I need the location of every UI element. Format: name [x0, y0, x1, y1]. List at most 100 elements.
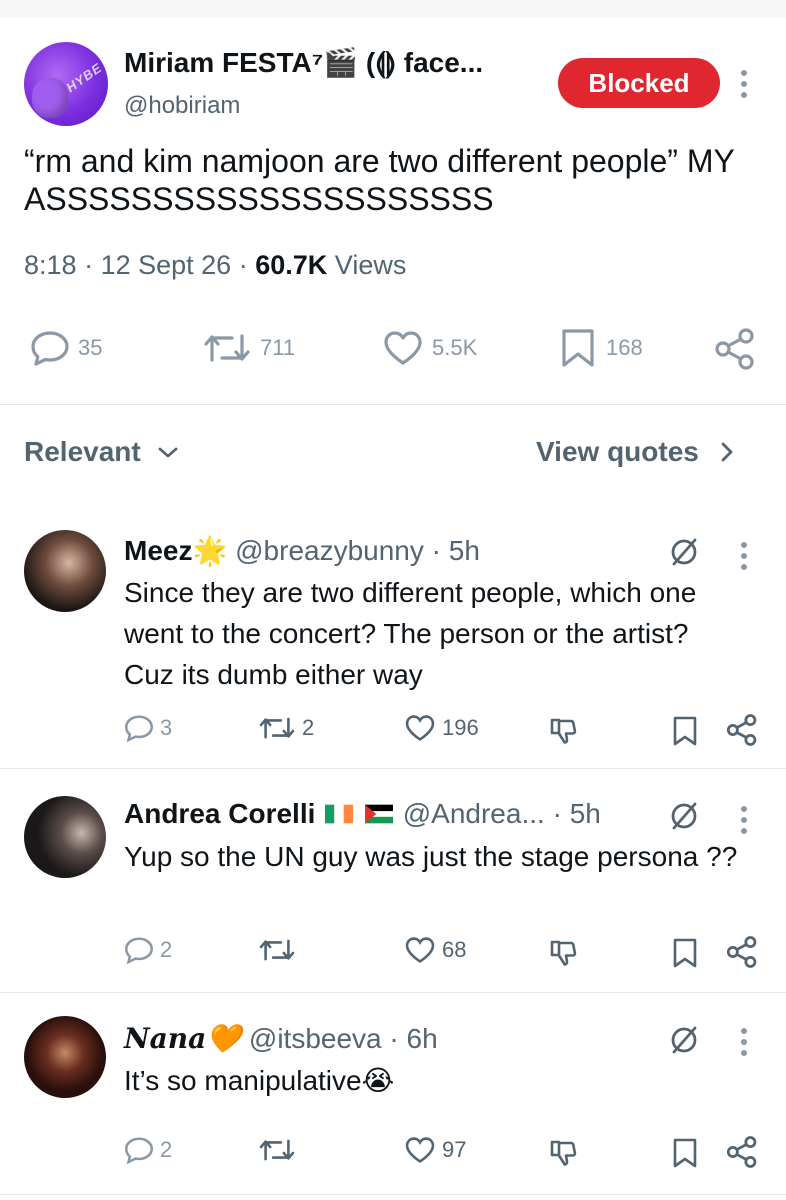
palestine-flag-icon [364, 804, 393, 823]
reply-icon [124, 715, 154, 742]
sort-replies-dropdown[interactable]: Relevant [24, 436, 185, 468]
reply-button[interactable]: 2 [124, 1136, 172, 1164]
repost-button[interactable] [258, 1136, 302, 1164]
tweet-actions: 35 711 5.5K 168 [0, 322, 786, 372]
author-avatar[interactable]: HYBE [24, 42, 108, 126]
reply-text: Since they are two different people, whi… [124, 577, 697, 690]
reply-header: Meez🌟 @breazybunny · 5h [124, 534, 480, 567]
like-button[interactable]: 196 [404, 714, 479, 742]
downvote-icon[interactable] [548, 938, 578, 968]
reply-more-button[interactable] [730, 1024, 758, 1058]
view-quotes-label: View quotes [536, 436, 699, 467]
reply-display-name[interactable]: Nana🧡 [124, 1022, 241, 1055]
reply-button[interactable]: 2 [124, 936, 172, 964]
meta-separator: · [238, 250, 256, 280]
like-icon [405, 937, 435, 963]
status-bar [0, 0, 786, 18]
share-icon[interactable] [726, 936, 758, 968]
reply-button[interactable]: 3 [124, 714, 172, 742]
meta-separator: · [431, 535, 449, 566]
reply-avatar[interactable] [24, 1016, 106, 1098]
reply-button[interactable]: 35 [30, 330, 102, 366]
share-button[interactable] [714, 328, 764, 370]
share-icon[interactable] [726, 714, 758, 746]
share-icon[interactable] [726, 1136, 758, 1168]
reply-more-button[interactable] [730, 538, 758, 572]
downvote-icon[interactable] [548, 1138, 578, 1168]
like-button[interactable]: 68 [404, 936, 466, 964]
meta-separator: · [84, 250, 101, 280]
reply-avatar[interactable] [24, 530, 106, 612]
reply-actions: 2 68 [0, 936, 786, 970]
reply-count: 35 [78, 335, 103, 360]
like-icon [405, 1137, 435, 1163]
reply-icon [124, 937, 154, 964]
grok-icon[interactable] [668, 800, 700, 832]
reply-age[interactable]: 5h [449, 535, 480, 566]
reply-age[interactable]: 5h [570, 798, 601, 829]
reply-header: Nana🧡 @itsbeeva · 6h [124, 1022, 438, 1055]
reply-avatar[interactable] [24, 796, 106, 878]
repost-icon [259, 1139, 295, 1161]
divider [0, 992, 786, 993]
reply-count: 2 [160, 1137, 173, 1162]
grok-icon[interactable] [668, 1024, 700, 1056]
repost-button[interactable]: 2 [258, 714, 314, 742]
repost-count: 711 [260, 335, 296, 360]
repost-button[interactable] [258, 936, 302, 964]
like-icon [384, 331, 422, 365]
divider [0, 1194, 786, 1195]
chevron-right-icon [721, 442, 733, 462]
author-display-name[interactable]: Miriam FESTA⁷🎬 (⟬⟭ face... [124, 46, 483, 80]
view-quotes-link[interactable]: View quotes [536, 436, 745, 468]
bookmark-icon[interactable] [672, 938, 698, 968]
reply-handle[interactable]: @breazybunny [235, 535, 424, 566]
tweet-text: “rm and kim namjoon are two different pe… [24, 143, 735, 217]
reply-display-name[interactable]: Meez🌟 [124, 535, 227, 566]
reply-handle[interactable]: @itsbeeva [249, 1023, 382, 1054]
avatar-figure [32, 78, 68, 118]
reply-handle[interactable]: @Andrea... [403, 798, 545, 829]
downvote-icon[interactable] [548, 716, 578, 746]
like-count: 97 [442, 1137, 467, 1162]
tweet-time[interactable]: 8:18 [24, 250, 77, 280]
meta-separator: · [389, 1023, 407, 1054]
views-label: Views [334, 250, 407, 280]
tweet-date[interactable]: 12 Sept 26 [101, 250, 232, 280]
grok-icon[interactable] [668, 536, 700, 568]
blocked-button[interactable]: Blocked [558, 58, 720, 108]
reply-header: Andrea Corelli @Andrea... · 5h [124, 798, 601, 830]
like-icon [405, 715, 435, 741]
reply-more-button[interactable] [730, 802, 758, 836]
bookmark-count: 168 [606, 335, 643, 360]
more-icon [730, 1024, 758, 1056]
bookmark-icon[interactable] [672, 1138, 698, 1168]
repost-button[interactable]: 711 [202, 330, 295, 366]
reply-age[interactable]: 6h [407, 1023, 438, 1054]
ireland-flag-icon [325, 804, 354, 823]
repost-icon [204, 334, 250, 362]
more-icon [730, 538, 758, 570]
reply-text: It’s so manipulative😭 [124, 1065, 395, 1096]
like-button[interactable]: 97 [404, 1136, 466, 1164]
reply-actions: 3 2 196 [0, 714, 786, 748]
like-count: 68 [442, 937, 467, 962]
more-icon [730, 66, 758, 98]
author-handle[interactable]: @hobiriam [124, 92, 240, 120]
repost-icon [259, 717, 295, 739]
like-count: 196 [442, 715, 479, 740]
divider [0, 768, 786, 769]
bookmark-icon [562, 329, 594, 367]
like-button[interactable]: 5.5K [382, 330, 477, 366]
reply-count: 2 [160, 937, 173, 962]
reply-actions: 2 97 [0, 1136, 786, 1170]
like-count: 5.5K [432, 335, 478, 360]
reply-display-name[interactable]: Andrea Corelli [124, 798, 315, 829]
bookmark-button[interactable]: 168 [558, 328, 643, 368]
repost-icon [259, 939, 295, 961]
bookmark-icon[interactable] [672, 716, 698, 746]
more-icon [730, 802, 758, 834]
views-count: 60.7K [255, 250, 328, 280]
more-options-button[interactable] [730, 66, 758, 102]
avatar-logo: HYBE [63, 59, 105, 96]
